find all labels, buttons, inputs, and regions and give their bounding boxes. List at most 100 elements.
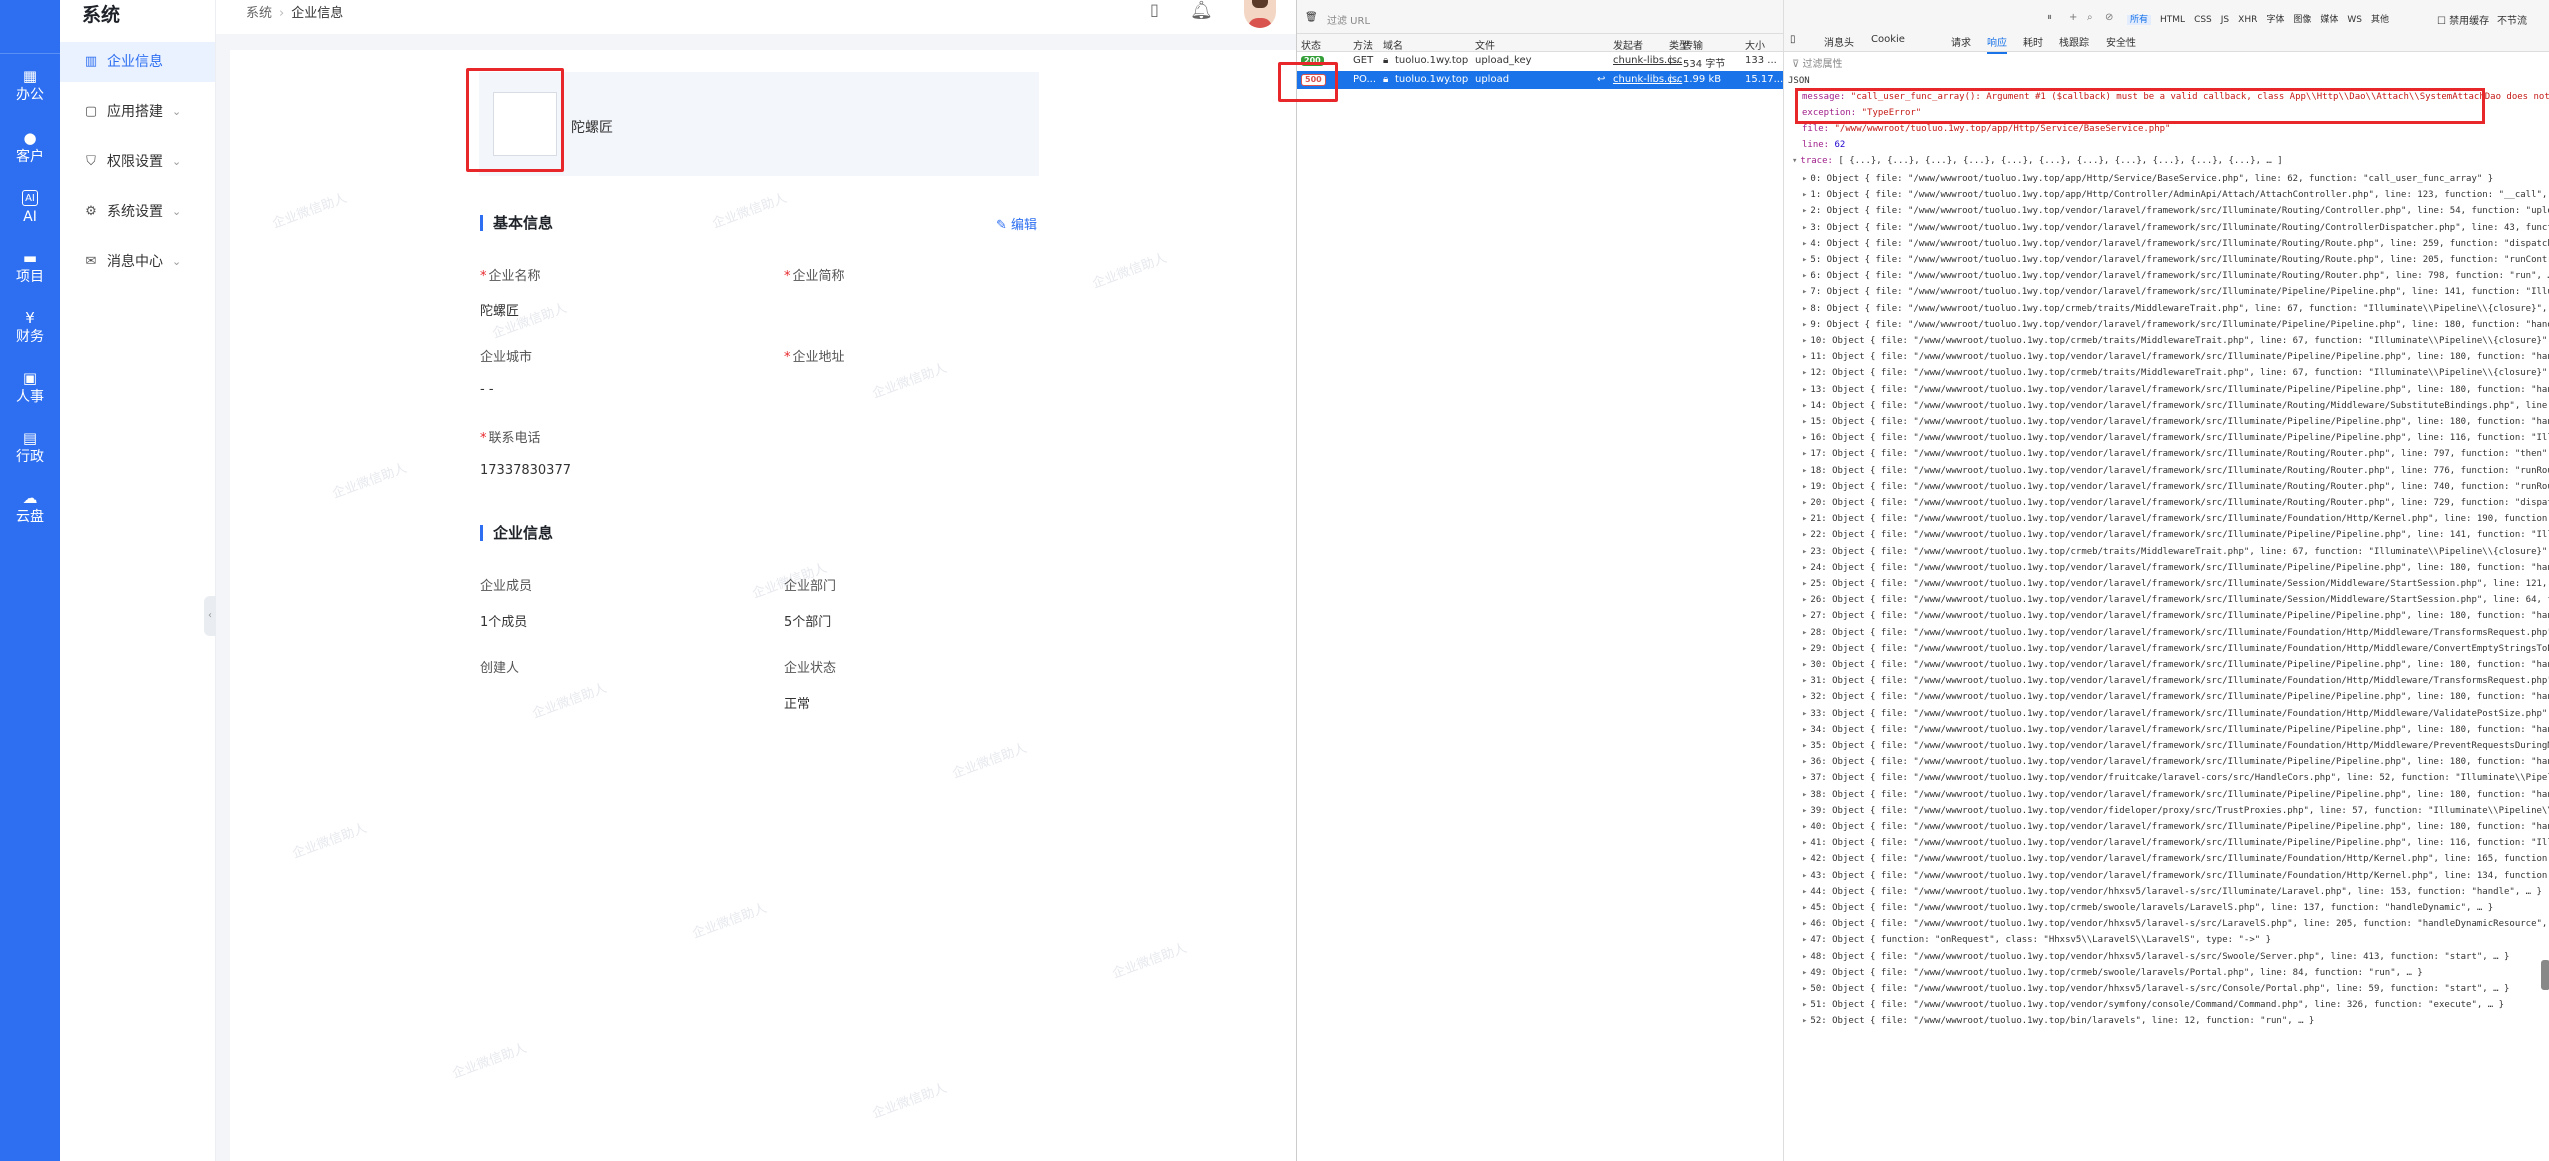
trace-entry[interactable]: ▸ 19: Object { file: "/www/wwwroot/tuoluo…	[1802, 482, 2549, 492]
trace-entry[interactable]: ▸ 41: Object { file: "/www/wwwroot/tuoluo…	[1802, 838, 2549, 848]
trace-entry[interactable]: ▸ 1: Object { file: "/www/wwwroot/tuoluo.…	[1802, 190, 2549, 200]
trace-entry[interactable]: ▸ 28: Object { file: "/www/wwwroot/tuoluo…	[1802, 628, 2549, 638]
tab-1[interactable]: Cookie	[1871, 34, 1905, 45]
tab-6[interactable]: 安全性	[2106, 34, 2136, 49]
trace-entry[interactable]: ▸ 21: Object { file: "/www/wwwroot/tuoluo…	[1802, 514, 2549, 524]
trace-entry[interactable]: ▸ 31: Object { file: "/www/wwwroot/tuoluo…	[1802, 676, 2549, 686]
search-icon[interactable]: ⌕	[2087, 12, 2093, 23]
trace-entry[interactable]: ▸ 25: Object { file: "/www/wwwroot/tuoluo…	[1802, 579, 2549, 589]
filter-url-input[interactable]: 过滤 URL	[1327, 12, 1370, 27]
trace-entry[interactable]: ▸ 3: Object { file: "/www/wwwroot/tuoluo.…	[1802, 223, 2549, 233]
disable-cache-checkbox[interactable]: ☐ 禁用缓存	[2437, 12, 2489, 27]
request-row-selected[interactable]: 500 PO... 🔒︎ tuoluo.1wy.top upload ↩ chu…	[1297, 71, 1783, 89]
sidebar-item-messages[interactable]: ✉ 消息中心 ⌄	[60, 242, 215, 282]
type-filter-6[interactable]: 图像	[2293, 15, 2311, 25]
trace-entry[interactable]: ▸ 13: Object { file: "/www/wwwroot/tuoluo…	[1802, 385, 2549, 395]
col-domain[interactable]: 域名	[1383, 37, 1403, 52]
request-row[interactable]: 200 GET 🔒︎ tuoluo.1wy.top upload_key chu…	[1297, 52, 1783, 70]
trace-entry[interactable]: ▸ 27: Object { file: "/www/wwwroot/tuoluo…	[1802, 611, 2549, 621]
trace-entry[interactable]: ▸ 32: Object { file: "/www/wwwroot/tuoluo…	[1802, 692, 2549, 702]
sidebar-collapse-handle[interactable]: ‹	[204, 596, 216, 636]
trace-entry[interactable]: ▸ 30: Object { file: "/www/wwwroot/tuoluo…	[1802, 660, 2549, 670]
rail-item-office[interactable]: ▦ 办公	[0, 68, 60, 120]
rail-item-project[interactable]: ▬ 项目	[0, 250, 60, 302]
trace-entry[interactable]: ▸ 5: Object { file: "/www/wwwroot/tuoluo.…	[1802, 255, 2549, 265]
tab-3[interactable]: 响应	[1987, 34, 2007, 54]
panel-toggle-icon[interactable]: ▯	[1790, 34, 1796, 45]
rail-item-ai[interactable]: AI AI	[0, 190, 60, 242]
trace-entry[interactable]: ▸ 12: Object { file: "/www/wwwroot/tuoluo…	[1802, 368, 2549, 378]
trace-entry[interactable]: ▸ 45: Object { file: "/www/wwwroot/tuoluo…	[1802, 903, 2493, 913]
document-icon[interactable]: ▯	[1150, 0, 1159, 19]
bell-icon[interactable]: 🔔︎	[1190, 0, 1213, 21]
trace-entry[interactable]: ▸ 49: Object { file: "/www/wwwroot/tuoluo…	[1802, 968, 2423, 978]
trace-entry[interactable]: ▸ 8: Object { file: "/www/wwwroot/tuoluo.…	[1802, 304, 2549, 314]
sidebar-item-permissions[interactable]: ⛉ 权限设置 ⌄	[60, 142, 215, 182]
trace-entry[interactable]: ▸ 51: Object { file: "/www/wwwroot/tuoluo…	[1802, 1000, 2504, 1010]
trace-entry[interactable]: ▸ 47: Object { function: "onRequest", cla…	[1802, 935, 2271, 945]
trace-entry[interactable]: ▸ 36: Object { file: "/www/wwwroot/tuoluo…	[1802, 757, 2549, 767]
trace-entry[interactable]: ▸ 15: Object { file: "/www/wwwroot/tuoluo…	[1802, 417, 2549, 427]
rail-item-hr[interactable]: ▣ 人事	[0, 370, 60, 422]
trace-entry[interactable]: ▸ 43: Object { file: "/www/wwwroot/tuoluo…	[1802, 871, 2549, 881]
plus-icon[interactable]: +	[2069, 12, 2077, 23]
trace-entry[interactable]: ▸ 37: Object { file: "/www/wwwroot/tuoluo…	[1802, 773, 2549, 783]
trace-entry[interactable]: ▸ 35: Object { file: "/www/wwwroot/tuoluo…	[1802, 741, 2549, 751]
type-filter-2[interactable]: CSS	[2194, 15, 2212, 25]
trace-entry[interactable]: ▸ 22: Object { file: "/www/wwwroot/tuoluo…	[1802, 530, 2549, 540]
tab-2[interactable]: 请求	[1951, 34, 1971, 49]
trace-entry[interactable]: ▸ 52: Object { file: "/www/wwwroot/tuoluo…	[1802, 1016, 2314, 1026]
rail-item-cloud[interactable]: ☁ 云盘	[0, 490, 60, 542]
rail-item-finance[interactable]: ¥ 财务	[0, 310, 60, 362]
type-filter-3[interactable]: JS	[2221, 15, 2229, 25]
trace-entry[interactable]: ▸ 6: Object { file: "/www/wwwroot/tuoluo.…	[1802, 271, 2549, 281]
col-initiator[interactable]: 发起者	[1613, 37, 1643, 52]
trace-entry[interactable]: ▸ 24: Object { file: "/www/wwwroot/tuoluo…	[1802, 563, 2549, 573]
tab-0[interactable]: 消息头	[1824, 34, 1854, 49]
trace-entry[interactable]: ▸ 38: Object { file: "/www/wwwroot/tuoluo…	[1802, 790, 2549, 800]
type-filter-4[interactable]: XHR	[2238, 15, 2257, 25]
trace-entry[interactable]: ▸ 17: Object { file: "/www/wwwroot/tuoluo…	[1802, 449, 2549, 459]
trace-entry[interactable]: ▸ 23: Object { file: "/www/wwwroot/tuoluo…	[1802, 547, 2549, 557]
trace-entry[interactable]: ▸ 39: Object { file: "/www/wwwroot/tuoluo…	[1802, 806, 2549, 816]
scrollbar[interactable]	[2541, 960, 2549, 990]
trace-entry[interactable]: ▸ 29: Object { file: "/www/wwwroot/tuoluo…	[1802, 644, 2549, 654]
col-status[interactable]: 状态	[1301, 37, 1321, 52]
pause-icon[interactable]: ⏸	[2047, 12, 2052, 23]
trace-entry[interactable]: ▸ 34: Object { file: "/www/wwwroot/tuoluo…	[1802, 725, 2549, 735]
trace-entry[interactable]: ▸ 33: Object { file: "/www/wwwroot/tuoluo…	[1802, 709, 2549, 719]
breadcrumb-root[interactable]: 系统	[246, 6, 272, 21]
trace-entry[interactable]: ▸ 26: Object { file: "/www/wwwroot/tuoluo…	[1802, 595, 2549, 605]
col-transfer[interactable]: 传输	[1683, 37, 1703, 52]
edit-button[interactable]: ✎ 编辑	[996, 214, 1037, 233]
trace-entry[interactable]: ▸ 10: Object { file: "/www/wwwroot/tuoluo…	[1802, 336, 2549, 346]
trash-icon[interactable]: 🗑︎	[1305, 12, 1318, 23]
trace-entry[interactable]: ▸ 46: Object { file: "/www/wwwroot/tuoluo…	[1802, 919, 2549, 929]
col-method[interactable]: 方法	[1353, 37, 1373, 52]
trace-entry[interactable]: ▸ 20: Object { file: "/www/wwwroot/tuoluo…	[1802, 498, 2549, 508]
rail-item-customer[interactable]: ● 客户	[0, 130, 60, 182]
trace-entry[interactable]: ▸ 9: Object { file: "/www/wwwroot/tuoluo.…	[1802, 320, 2549, 330]
trace-entry[interactable]: ▸ 2: Object { file: "/www/wwwroot/tuoluo.…	[1802, 206, 2549, 216]
trace-entry[interactable]: ▸ 48: Object { file: "/www/wwwroot/tuoluo…	[1802, 952, 2509, 962]
trace-entry[interactable]: ▸ 50: Object { file: "/www/wwwroot/tuoluo…	[1802, 984, 2509, 994]
block-icon[interactable]: ⊘	[2105, 12, 2113, 23]
sidebar-item-system-settings[interactable]: ⚙ 系统设置 ⌄	[60, 192, 215, 232]
col-file[interactable]: 文件	[1475, 37, 1495, 52]
trace-entry[interactable]: ▸ 11: Object { file: "/www/wwwroot/tuoluo…	[1802, 352, 2549, 362]
trace-entry[interactable]: ▸ 7: Object { file: "/www/wwwroot/tuoluo.…	[1802, 287, 2549, 297]
sidebar-item-app-build[interactable]: ▢ 应用搭建 ⌄	[60, 92, 215, 132]
avatar[interactable]	[1244, 0, 1276, 28]
type-filter-8[interactable]: WS	[2347, 15, 2362, 25]
type-filter-1[interactable]: HTML	[2160, 15, 2185, 25]
tab-4[interactable]: 耗时	[2023, 34, 2043, 49]
type-filter-9[interactable]: 其他	[2371, 15, 2389, 25]
tab-5[interactable]: 栈跟踪	[2059, 34, 2089, 49]
trace-entry[interactable]: ▸ 40: Object { file: "/www/wwwroot/tuoluo…	[1802, 822, 2549, 832]
filter-properties-input[interactable]: ⊽ 过滤属性	[1792, 55, 1843, 70]
type-filter-0[interactable]: 所有	[2127, 15, 2152, 25]
trace-entry[interactable]: ▸ 18: Object { file: "/www/wwwroot/tuoluo…	[1802, 466, 2549, 476]
sidebar-item-company-info[interactable]: ▥ 企业信息	[60, 42, 215, 82]
trace-entry[interactable]: ▸ 4: Object { file: "/www/wwwroot/tuoluo.…	[1802, 239, 2549, 249]
trace-entry[interactable]: ▸ 14: Object { file: "/www/wwwroot/tuoluo…	[1802, 401, 2549, 411]
